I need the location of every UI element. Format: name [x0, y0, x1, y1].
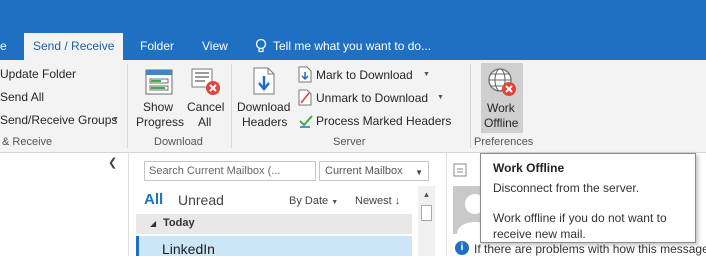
send-receive-groups-button[interactable]: Send/Receive Groups ▼	[0, 111, 124, 131]
scroll-up-icon[interactable]: ▲	[418, 186, 435, 203]
title-bar	[0, 0, 706, 33]
download-document-icon	[253, 67, 275, 95]
send-all-button[interactable]: Send All	[0, 88, 124, 108]
group-label-send-receive: & Receive	[2, 136, 53, 148]
work-offline-button[interactable]: Work Offline	[481, 63, 523, 133]
tooltip-title: Work Offline	[493, 161, 565, 175]
process-marked-headers-button[interactable]: Process Marked Headers	[296, 111, 462, 131]
cancel-all-button[interactable]: Cancel All	[184, 64, 228, 134]
work-offline-label-1: Work	[487, 101, 515, 115]
group-divider	[231, 64, 232, 148]
update-folder-label: Update Folder	[0, 67, 77, 81]
unmark-download-icon	[298, 89, 312, 106]
unmark-to-download-button[interactable]: Unmark to Download ▼	[296, 88, 456, 108]
sort-order-toggle[interactable]: Newest ↓	[355, 195, 400, 207]
mark-download-icon	[298, 66, 312, 83]
mark-to-download-button[interactable]: Mark to Download ▼	[296, 65, 436, 85]
process-marked-headers-label: Process Marked Headers	[316, 114, 452, 128]
tooltip-description: Disconnect from the server.	[493, 181, 640, 195]
mark-to-download-label: Mark to Download	[316, 68, 413, 82]
tab-view[interactable]: View	[202, 33, 228, 60]
cancel-all-label-1: Cancel	[187, 100, 225, 114]
search-scope-value: Current Mailbox	[325, 165, 403, 177]
pane-divider	[128, 153, 129, 256]
progress-window-icon	[145, 69, 173, 95]
search-input[interactable]: Search Current Mailbox (...	[144, 161, 316, 181]
show-progress-label-2: Progress	[136, 115, 185, 129]
group-divider	[470, 64, 471, 148]
tab-file[interactable]: e	[0, 33, 7, 60]
chevron-down-icon: ▼	[415, 168, 423, 177]
sort-by-dropdown[interactable]: By Date ▼	[289, 195, 338, 207]
tab-folder[interactable]: Folder	[140, 33, 174, 60]
show-progress-button[interactable]: Show Progress	[136, 64, 185, 134]
send-receive-groups-label: Send/Receive Groups	[0, 113, 118, 127]
download-headers-label-1: Download	[237, 100, 291, 114]
filter-unread[interactable]: Unread	[178, 192, 224, 208]
chevron-down-icon: ▼	[437, 94, 444, 101]
cancel-all-label-2: All	[198, 115, 212, 129]
update-folder-button[interactable]: Update Folder	[0, 65, 124, 85]
reply-icon[interactable]	[453, 163, 483, 179]
group-divider	[127, 64, 128, 148]
tooltip-detail: Work offline if you do not want to recei…	[493, 211, 667, 241]
group-header-label: Today	[163, 217, 195, 229]
sort-order-label: Newest	[355, 195, 392, 207]
pane-divider	[446, 153, 447, 256]
tooltip: Work Offline Disconnect from the server.…	[480, 153, 696, 243]
cancel-envelope-icon	[191, 68, 220, 95]
work-offline-label-2: Offline	[484, 116, 519, 130]
send-all-label: Send All	[0, 90, 45, 104]
chevron-down-icon: ▼	[423, 71, 430, 78]
filter-all[interactable]: All	[144, 191, 163, 208]
message-info-bar[interactable]: If there are problems with how this mess…	[474, 242, 706, 256]
unmark-to-download-label: Unmark to Download	[316, 91, 429, 105]
download-headers-label-2: Headers	[242, 115, 288, 129]
sort-by-label: By Date	[289, 195, 329, 207]
mail-sender: LinkedIn	[162, 241, 215, 256]
ribbon: Update Folder Send All Send/Receive Grou…	[0, 60, 706, 153]
checkmark-icon	[299, 115, 313, 128]
group-label-preferences: Preferences	[474, 136, 534, 148]
scrollbar-thumb[interactable]	[421, 205, 432, 221]
search-placeholder: Search Current Mailbox (...	[149, 165, 281, 177]
globe-offline-icon	[488, 68, 516, 96]
search-scope-dropdown[interactable]: Current Mailbox ▼	[319, 161, 429, 181]
group-label-server: Server	[333, 136, 366, 148]
group-label-download: Download	[154, 136, 203, 148]
download-headers-button[interactable]: Download Headers	[236, 64, 292, 134]
info-icon: i	[455, 241, 469, 255]
tab-send-receive[interactable]: Send / Receive	[24, 33, 124, 60]
ribbon-tab-bar: e Send / Receive Folder View Tell me wha…	[0, 33, 706, 60]
chevron-down-icon: ▼	[112, 116, 119, 123]
show-progress-label-1: Show	[143, 100, 174, 114]
collapse-triangle-icon[interactable]: ◢	[150, 219, 156, 228]
arrow-down-icon: ↓	[394, 195, 401, 207]
lightbulb-icon[interactable]	[254, 38, 268, 54]
tell-me-search[interactable]: Tell me what you want to do...	[273, 33, 431, 60]
chevron-down-icon: ▼	[331, 199, 339, 206]
collapse-folder-pane-icon[interactable]: ❮	[108, 156, 117, 169]
